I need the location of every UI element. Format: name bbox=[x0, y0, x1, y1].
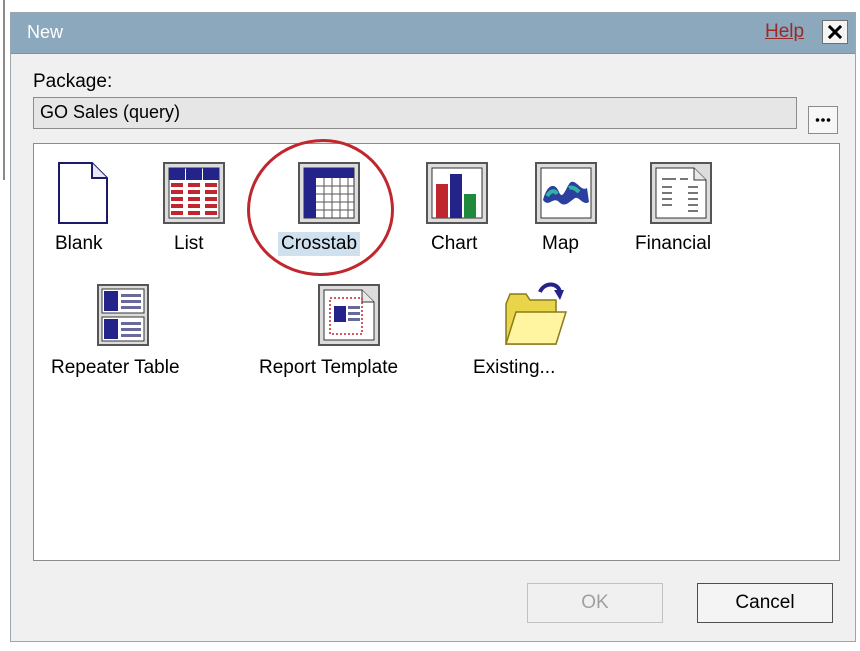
new-report-dialog: New Help Package: GO Sales (query) Blank bbox=[10, 12, 856, 642]
template-label: Map bbox=[542, 233, 579, 254]
chart-icon bbox=[426, 162, 488, 224]
template-label: Existing... bbox=[473, 357, 556, 378]
ellipsis-icon bbox=[815, 118, 831, 122]
close-button[interactable] bbox=[822, 20, 848, 44]
repeater-table-icon bbox=[97, 284, 149, 346]
template-crosstab[interactable]: Crosstab bbox=[278, 162, 388, 262]
template-label: Blank bbox=[55, 233, 103, 254]
cancel-button[interactable]: Cancel bbox=[697, 583, 833, 623]
template-gallery: Blank List Crosstab Chart Map Financial … bbox=[33, 143, 840, 561]
package-browse-button[interactable] bbox=[808, 106, 838, 134]
template-label: Crosstab bbox=[278, 232, 361, 256]
template-blank[interactable]: Blank bbox=[48, 162, 118, 262]
template-label: Report Template bbox=[259, 357, 399, 378]
template-report-template[interactable]: Report Template bbox=[256, 284, 426, 384]
open-folder-icon bbox=[504, 282, 568, 345]
template-label: Financial bbox=[635, 233, 712, 254]
background-window-edge bbox=[0, 0, 6, 651]
report-template-icon bbox=[318, 284, 380, 346]
blank-page-icon bbox=[58, 162, 108, 224]
help-link[interactable]: Help bbox=[765, 21, 804, 43]
map-icon bbox=[535, 162, 597, 224]
template-list[interactable]: List bbox=[158, 162, 238, 262]
template-chart[interactable]: Chart bbox=[414, 162, 494, 262]
list-icon bbox=[163, 162, 225, 224]
template-label: Repeater Table bbox=[51, 357, 180, 378]
close-icon bbox=[828, 25, 842, 39]
template-existing[interactable]: Existing... bbox=[470, 282, 580, 384]
template-map[interactable]: Map bbox=[524, 162, 604, 262]
template-repeater-table[interactable]: Repeater Table bbox=[48, 284, 208, 384]
dialog-title: New bbox=[27, 22, 64, 42]
title-bar: New Help bbox=[11, 13, 855, 54]
ok-button[interactable]: OK bbox=[527, 583, 663, 623]
template-label: List bbox=[174, 233, 204, 254]
package-label: Package: bbox=[33, 71, 113, 92]
template-financial[interactable]: Financial bbox=[632, 162, 732, 262]
package-field[interactable]: GO Sales (query) bbox=[33, 97, 797, 129]
template-label: Chart bbox=[431, 233, 478, 254]
financial-icon bbox=[650, 162, 712, 224]
crosstab-icon bbox=[298, 162, 360, 224]
